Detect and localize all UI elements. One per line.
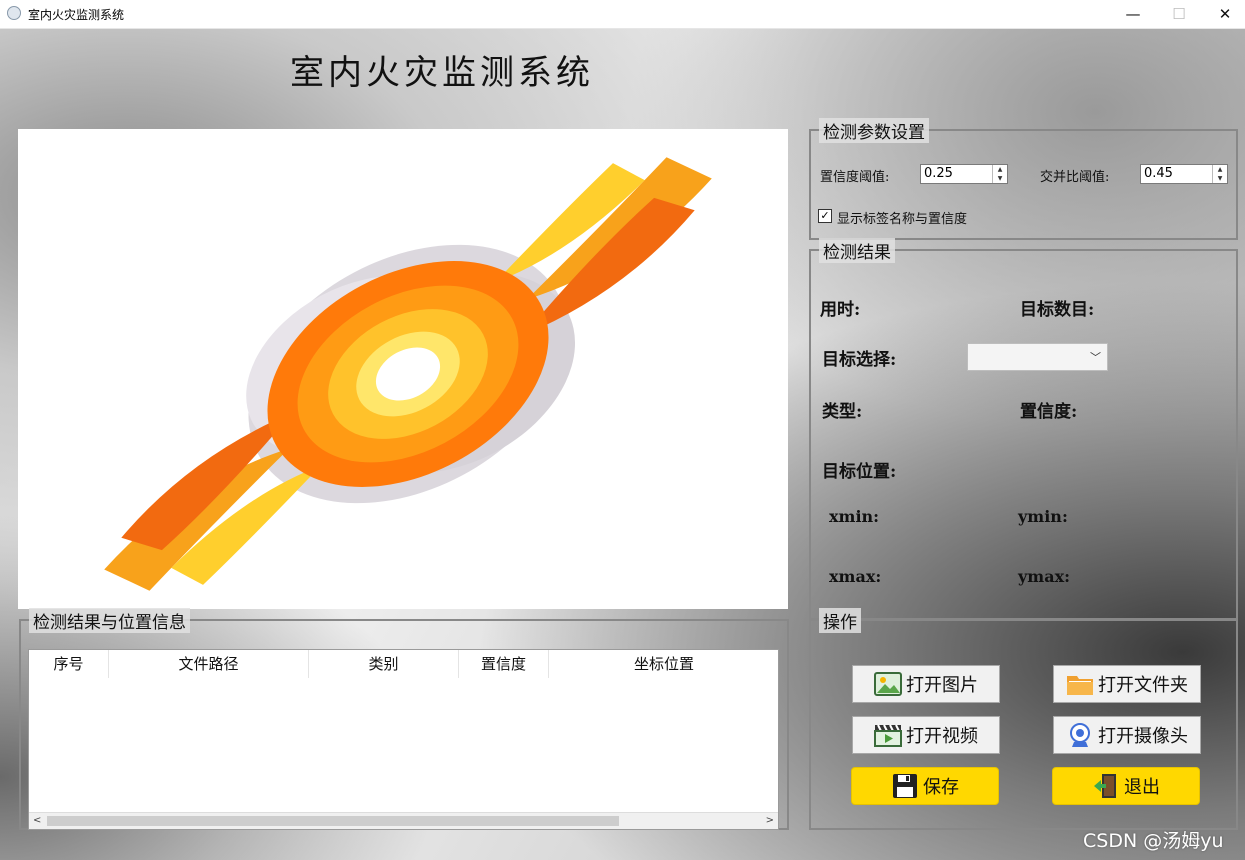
target-select-dropdown[interactable]: ﹀: [967, 343, 1108, 371]
column-header-category[interactable]: 类别: [309, 650, 459, 678]
iou-threshold-label: 交并比阈值:: [1040, 170, 1110, 185]
app-title: 室内火灾监测系统: [290, 53, 594, 93]
spin-arrows-icon[interactable]: ▲ ▼: [992, 165, 1007, 183]
window-title: 室内火灾监测系统: [28, 8, 125, 22]
show-labels-text: 显示标签名称与置信度: [837, 212, 968, 227]
xmin-label: xmin:: [829, 507, 880, 526]
explosion-illustration: [104, 157, 712, 591]
target-position-label: 目标位置:: [822, 462, 897, 482]
column-header-coordinates[interactable]: 坐标位置: [549, 650, 779, 678]
ymax-label: ymax:: [1018, 567, 1071, 586]
xmax-label: xmax:: [829, 567, 882, 586]
iou-threshold-spinbox[interactable]: 0.45 ▲ ▼: [1140, 164, 1228, 184]
webcam-icon: [1066, 722, 1094, 748]
open-image-button[interactable]: 打开图片: [852, 665, 1000, 703]
exit-door-icon: [1092, 773, 1120, 799]
show-labels-checkbox[interactable]: ✓: [818, 209, 832, 223]
conf-threshold-value: 0.25: [924, 166, 953, 181]
minimize-button[interactable]: —: [1110, 0, 1156, 28]
open-folder-label: 打开文件夹: [1098, 675, 1188, 696]
exit-label: 退出: [1124, 777, 1160, 798]
type-label: 类型:: [822, 402, 863, 422]
spin-arrows-icon[interactable]: ▲ ▼: [1212, 165, 1227, 183]
image-display: [18, 129, 788, 609]
iou-threshold-value: 0.45: [1144, 166, 1173, 181]
column-header-file-path[interactable]: 文件路径: [109, 650, 309, 678]
video-icon: [874, 722, 902, 748]
conf-threshold-label: 置信度阈值:: [820, 170, 890, 185]
confidence-label: 置信度:: [1020, 402, 1078, 422]
target-count-label: 目标数目:: [1020, 300, 1095, 320]
horizontal-scrollbar[interactable]: < >: [29, 812, 778, 829]
target-select-label: 目标选择:: [822, 350, 897, 370]
scrollbar-thumb[interactable]: [47, 816, 619, 826]
app-icon: [7, 6, 21, 20]
chevron-down-icon: ﹀: [1090, 351, 1101, 364]
exit-button[interactable]: 退出: [1052, 767, 1200, 805]
operations-group-title: 操作: [819, 608, 861, 633]
close-button[interactable]: ✕: [1202, 0, 1245, 28]
open-camera-button[interactable]: 打开摄像头: [1053, 716, 1201, 754]
open-image-label: 打开图片: [906, 675, 978, 696]
open-video-button[interactable]: 打开视频: [852, 716, 1000, 754]
column-header-index[interactable]: 序号: [29, 650, 109, 678]
time-label: 用时:: [820, 300, 861, 320]
save-button[interactable]: 保存: [851, 767, 999, 805]
watermark: CSDN @汤姆yu: [1083, 830, 1224, 852]
image-icon: [874, 671, 902, 697]
table-group-title: 检测结果与位置信息: [29, 608, 190, 633]
floppy-disk-icon: [891, 773, 919, 799]
folder-icon: [1066, 671, 1094, 697]
results-group-title: 检测结果: [819, 238, 895, 263]
results-table[interactable]: 序号 文件路径 类别 置信度 坐标位置 < >: [28, 649, 779, 830]
conf-threshold-spinbox[interactable]: 0.25 ▲ ▼: [920, 164, 1008, 184]
scroll-right-icon[interactable]: >: [766, 813, 774, 829]
save-label: 保存: [923, 777, 959, 798]
scroll-left-icon[interactable]: <: [33, 813, 41, 829]
column-header-confidence[interactable]: 置信度: [459, 650, 549, 678]
maximize-button[interactable]: ☐: [1156, 0, 1202, 28]
params-group-title: 检测参数设置: [819, 118, 929, 143]
window-titlebar: 室内火灾监测系统 — ☐ ✕: [0, 0, 1245, 29]
open-video-label: 打开视频: [906, 726, 978, 747]
open-camera-label: 打开摄像头: [1098, 726, 1188, 747]
ymin-label: ymin:: [1018, 507, 1068, 526]
open-folder-button[interactable]: 打开文件夹: [1053, 665, 1201, 703]
